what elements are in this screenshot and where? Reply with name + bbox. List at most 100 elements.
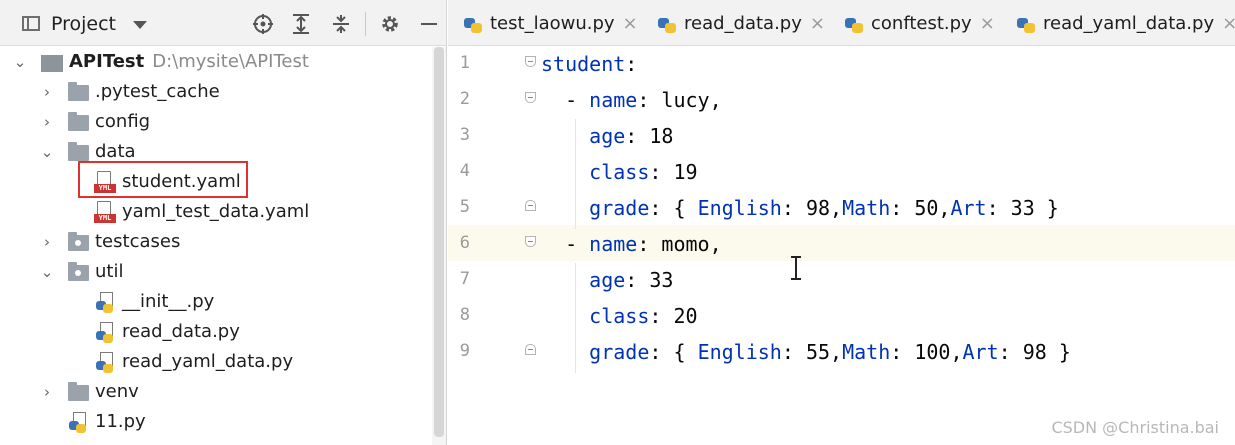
project-panel-title[interactable]: Project bbox=[51, 13, 116, 35]
code-line-current[interactable]: 6 - name: momo, bbox=[448, 227, 1235, 263]
project-path: D:\mysite\APITest bbox=[152, 51, 309, 72]
watermark: CSDN @Christina.bai bbox=[1051, 418, 1219, 437]
python-file-icon bbox=[69, 412, 89, 433]
code-area[interactable]: 1 student: 2 - name: lucy, 3 age: 18 4 c… bbox=[448, 47, 1235, 445]
close-icon[interactable]: × bbox=[810, 13, 825, 34]
code-line[interactable]: 3 age: 18 bbox=[448, 119, 1235, 155]
text-cursor-icon bbox=[791, 256, 801, 280]
folder-icon bbox=[41, 55, 63, 72]
tree-item-label: yaml_test_data.yaml bbox=[122, 201, 310, 222]
tree-item-label: data bbox=[95, 141, 136, 162]
project-panel: Project ⌄ APITest D:\mysite\APITest › .p… bbox=[0, 0, 447, 445]
code-text: grade: { English: 55,Math: 100,Art: 98 } bbox=[589, 340, 1071, 364]
fold-icon[interactable] bbox=[525, 344, 538, 359]
tree-item-config[interactable]: › config bbox=[0, 107, 432, 137]
folder-icon bbox=[68, 82, 89, 101]
selection-highlight-box bbox=[78, 161, 248, 198]
line-number: 3 bbox=[459, 125, 470, 145]
chevron-right-icon[interactable]: › bbox=[40, 77, 54, 107]
python-file-icon bbox=[96, 352, 116, 373]
tree-item-label: __init__.py bbox=[122, 291, 215, 312]
line-number: 6 bbox=[459, 233, 470, 253]
code-line[interactable]: 5 grade: { English: 98,Math: 50,Art: 33 … bbox=[448, 191, 1235, 227]
tab-test-laowu[interactable]: test_laowu.py × bbox=[464, 0, 638, 46]
close-icon[interactable]: × bbox=[623, 13, 638, 34]
tree-item-pytest-cache[interactable]: › .pytest_cache bbox=[0, 77, 432, 107]
tab-conftest[interactable]: conftest.py × bbox=[845, 0, 995, 46]
tree-item-label: APITest D:\mysite\APITest bbox=[69, 51, 309, 72]
line-number: 9 bbox=[459, 341, 470, 361]
package-folder-icon bbox=[68, 232, 89, 251]
tab-label: test_laowu.py bbox=[490, 12, 615, 34]
tree-item-yaml-test-data[interactable]: YML yaml_test_data.yaml bbox=[0, 197, 432, 227]
code-line[interactable]: 4 class: 19 bbox=[448, 155, 1235, 191]
python-file-icon bbox=[658, 13, 678, 33]
editor: test_laowu.py × read_data.py × conftest.… bbox=[448, 0, 1235, 445]
line-number: 2 bbox=[459, 89, 470, 109]
editor-tab-bar: test_laowu.py × read_data.py × conftest.… bbox=[448, 0, 1235, 46]
tab-label: conftest.py bbox=[871, 12, 972, 34]
chevron-right-icon[interactable]: › bbox=[40, 227, 54, 257]
python-file-icon bbox=[96, 322, 116, 343]
tree-item-util[interactable]: ⌄ util bbox=[0, 257, 432, 287]
scrollbar-thumb[interactable] bbox=[434, 47, 444, 437]
tree-item-label: .pytest_cache bbox=[95, 81, 220, 102]
chevron-down-icon[interactable]: ⌄ bbox=[40, 137, 54, 167]
tree-item-apitest[interactable]: ⌄ APITest D:\mysite\APITest bbox=[0, 47, 432, 77]
tree-item-init-py[interactable]: __init__.py bbox=[0, 287, 432, 317]
folder-icon bbox=[68, 382, 89, 401]
python-file-icon bbox=[464, 13, 484, 33]
code-text: class: 19 bbox=[589, 160, 698, 184]
tree-item-read-data-py[interactable]: read_data.py bbox=[0, 317, 432, 347]
code-line[interactable]: 7 age: 33 bbox=[448, 263, 1235, 299]
tree-item-label: 11.py bbox=[95, 411, 146, 432]
tree-item-label: util bbox=[95, 261, 124, 282]
chevron-down-icon[interactable]: ⌄ bbox=[40, 257, 54, 287]
header-divider bbox=[365, 12, 366, 36]
tree-item-testcases[interactable]: › testcases bbox=[0, 227, 432, 257]
tab-read-data[interactable]: read_data.py × bbox=[658, 0, 825, 46]
close-icon[interactable]: × bbox=[980, 13, 995, 34]
tree-item-read-yaml-data-py[interactable]: read_yaml_data.py bbox=[0, 347, 432, 377]
package-folder-icon bbox=[68, 262, 89, 281]
tree-item-label: read_yaml_data.py bbox=[122, 351, 294, 372]
code-line[interactable]: 8 class: 20 bbox=[448, 299, 1235, 335]
tab-label: read_yaml_data.py bbox=[1043, 12, 1215, 34]
code-text: age: 18 bbox=[589, 124, 674, 148]
line-number: 7 bbox=[459, 269, 470, 289]
folder-icon bbox=[68, 142, 89, 161]
project-panel-header: Project bbox=[0, 0, 446, 46]
python-file-icon bbox=[845, 13, 865, 33]
line-number: 4 bbox=[459, 161, 470, 181]
fold-icon[interactable] bbox=[525, 56, 538, 71]
fold-icon[interactable] bbox=[525, 200, 538, 215]
line-number: 8 bbox=[459, 305, 470, 325]
code-line[interactable]: 9 grade: { English: 55,Math: 100,Art: 98… bbox=[448, 335, 1235, 371]
folder-icon bbox=[68, 112, 89, 131]
code-text: - name: lucy, bbox=[541, 88, 722, 112]
minimize-icon[interactable] bbox=[417, 12, 441, 36]
collapse-all-icon[interactable] bbox=[329, 12, 353, 36]
gear-icon[interactable] bbox=[378, 12, 402, 36]
line-number: 5 bbox=[459, 197, 470, 217]
tree-item-venv[interactable]: › venv bbox=[0, 377, 432, 407]
chevron-right-icon[interactable]: › bbox=[40, 377, 54, 407]
tab-label: read_data.py bbox=[684, 12, 802, 34]
tab-read-yaml-data[interactable]: read_yaml_data.py × bbox=[1017, 0, 1235, 46]
chevron-down-icon[interactable]: ⌄ bbox=[13, 47, 27, 77]
code-line[interactable]: 1 student: bbox=[448, 47, 1235, 83]
tree-item-11-py[interactable]: 11.py bbox=[0, 407, 432, 437]
code-text: age: 33 bbox=[589, 268, 674, 292]
close-icon[interactable]: × bbox=[1222, 13, 1235, 34]
fold-icon[interactable] bbox=[525, 92, 538, 107]
project-scrollbar[interactable] bbox=[432, 47, 446, 445]
fold-icon[interactable] bbox=[525, 236, 538, 251]
code-line[interactable]: 2 - name: lucy, bbox=[448, 83, 1235, 119]
python-file-icon bbox=[96, 292, 116, 313]
tree-item-label: testcases bbox=[95, 231, 181, 252]
chevron-down-icon[interactable] bbox=[133, 21, 147, 29]
expand-all-icon[interactable] bbox=[289, 12, 313, 36]
chevron-right-icon[interactable]: › bbox=[40, 107, 54, 137]
code-text: class: 20 bbox=[589, 304, 698, 328]
locate-icon[interactable] bbox=[251, 12, 275, 36]
